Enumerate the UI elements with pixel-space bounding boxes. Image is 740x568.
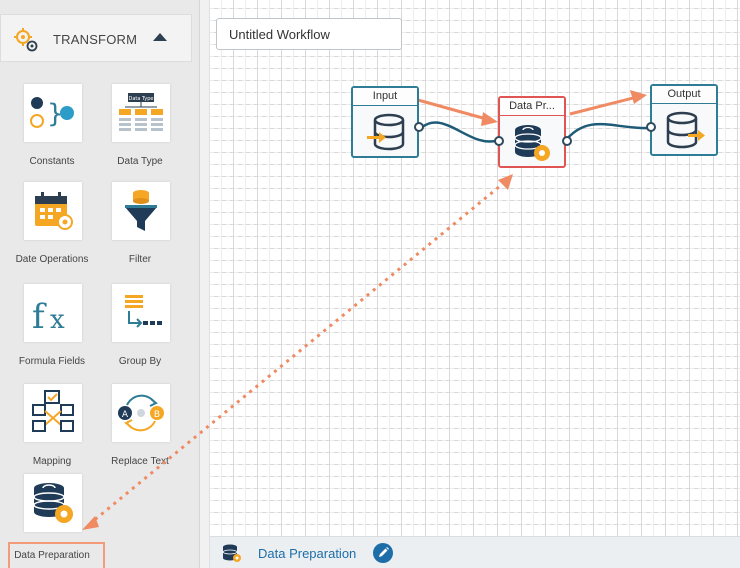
tool-tile[interactable] [112,182,170,240]
node-title: Data Pr... [500,98,564,116]
workflow-name-field[interactable]: Untitled Workflow [216,18,402,50]
pencil-icon [379,547,389,557]
svg-text:Data Type: Data Type [128,96,153,102]
input-port[interactable] [494,136,504,146]
input-port[interactable] [646,122,656,132]
node-output[interactable]: Output [646,84,718,156]
svg-text:B: B [154,410,160,420]
database-output-icon [666,111,705,149]
edit-name-button[interactable] [373,543,393,563]
node-title: Output [652,86,716,104]
tool-label: Data Type [117,156,163,167]
database-gear-icon [514,125,550,161]
tool-tile[interactable]: f x [24,284,82,342]
funnel-icon [125,190,157,231]
tool-tile[interactable]: Data Type [112,84,170,142]
replace-text-icon: A B [118,394,164,432]
group-by-icon [125,295,162,328]
transform-section-header[interactable]: TRANSFORM [0,14,192,62]
node-data-preparation[interactable]: Data Pr... [494,96,572,168]
svg-text:x: x [50,305,65,334]
tool-label: Replace Text [111,456,169,467]
workflow-canvas[interactable] [210,0,740,536]
properties-bar: Data Preparation [210,536,740,568]
database-gear-icon [222,544,241,562]
gears-icon [14,28,38,52]
tool-mapping[interactable]: Mapping [4,384,100,480]
collapse-caret-icon[interactable] [153,33,167,41]
mapping-icon [32,390,74,432]
highlight-frame [8,542,105,568]
tool-tile[interactable]: } [24,84,82,142]
tool-date-operations[interactable]: Date Operations [4,182,100,278]
constants-icon: } [30,97,74,129]
tool-formula-fields[interactable]: f x Formula Fields [4,284,100,380]
tool-tile[interactable] [24,182,82,240]
tool-data-type[interactable]: Data Type Data Type [92,84,188,180]
database-input-icon [367,113,405,151]
database-gear-icon [33,483,73,523]
tool-tile[interactable] [112,284,170,342]
tool-filter[interactable]: Filter [92,182,188,278]
tool-group-by[interactable]: Group By [92,284,188,380]
panel-splitter[interactable] [200,0,210,568]
svg-text:f: f [32,297,47,334]
selected-component-name: Data Preparation [258,546,357,561]
transform-palette: TRANSFORM } Constants Data Type Data Typ… [0,0,200,568]
tool-constants[interactable]: } Constants [4,84,100,180]
tool-tile[interactable]: A B [112,384,170,442]
svg-text:A: A [122,410,129,420]
tool-tile[interactable] [24,474,82,532]
section-title: TRANSFORM [53,32,138,47]
tool-label: Filter [128,254,152,265]
node-input[interactable]: Input [351,86,424,158]
tool-replace-text[interactable]: A B Replace Text [92,384,188,480]
node-title: Input [353,88,417,106]
output-port[interactable] [414,122,424,132]
tool-label: Group By [118,356,162,367]
fx-icon: f x [32,297,65,334]
output-port[interactable] [562,136,572,146]
data-type-icon: Data Type [119,93,163,131]
tool-tile[interactable] [24,384,82,442]
calendar-gear-icon [35,192,73,230]
